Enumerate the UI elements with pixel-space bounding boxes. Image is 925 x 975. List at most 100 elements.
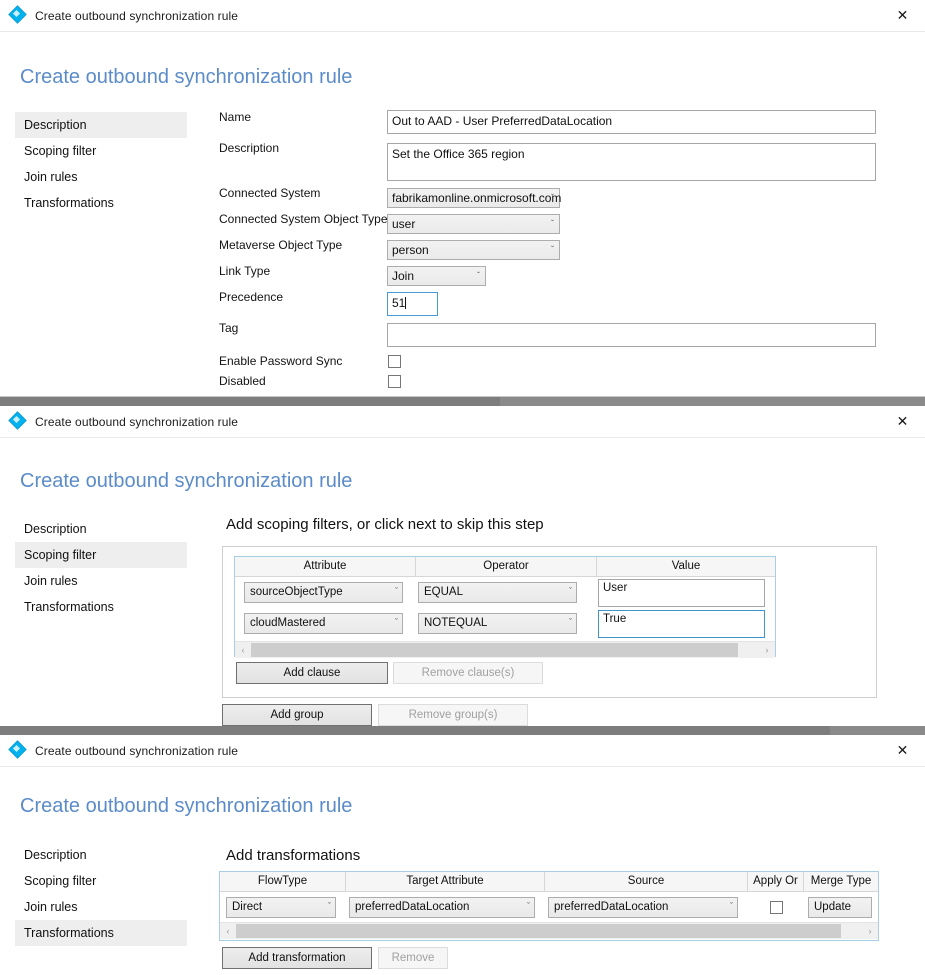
clause-attribute-value: sourceObjectType bbox=[250, 586, 343, 598]
scroll-left-icon[interactable]: ‹ bbox=[235, 642, 251, 658]
label-connected-system-object-type: Connected System Object Type bbox=[219, 212, 388, 226]
close-icon[interactable]: ✕ bbox=[880, 735, 925, 765]
clause-value-input[interactable]: True bbox=[598, 610, 765, 638]
flowtype-select[interactable]: Direct ˇ bbox=[226, 897, 336, 918]
disabled-checkbox[interactable] bbox=[388, 375, 401, 388]
clause-operator-select[interactable]: NOTEQUAL ˇ bbox=[418, 613, 577, 634]
scroll-left-icon[interactable]: ‹ bbox=[220, 923, 236, 939]
sync-rule-diamond-icon bbox=[10, 742, 27, 759]
sidebar-item-scoping-filter[interactable]: Scoping filter bbox=[15, 542, 187, 568]
wizard-sidebar: Description Scoping filter Join rules Tr… bbox=[15, 842, 187, 946]
merge-type-select[interactable]: Update bbox=[808, 897, 872, 918]
label-tag: Tag bbox=[219, 321, 238, 335]
column-header-merge-type[interactable]: Merge Type bbox=[804, 872, 878, 891]
connected-system-select[interactable]: fabrikamonline.onmicrosoft.com ˇ bbox=[387, 188, 560, 208]
precedence-value: 51 bbox=[392, 296, 405, 310]
tag-input[interactable] bbox=[387, 323, 876, 347]
column-header-apply-or[interactable]: Apply Or bbox=[748, 872, 804, 891]
window-title: Create outbound synchronization rule bbox=[35, 9, 238, 23]
sidebar-item-join-rules[interactable]: Join rules bbox=[15, 568, 187, 594]
connected-system-object-type-select[interactable]: user ˇ bbox=[387, 214, 560, 234]
grid-horizontal-scrollbar[interactable]: ‹ › bbox=[235, 641, 775, 658]
source-value: preferredDataLocation bbox=[554, 901, 668, 913]
window-separator bbox=[0, 397, 925, 406]
source-select[interactable]: preferredDataLocation ˇ bbox=[548, 897, 738, 918]
link-type-select[interactable]: Join ˇ bbox=[387, 266, 486, 286]
flowtype-value: Direct bbox=[232, 901, 262, 913]
target-attribute-select[interactable]: preferredDataLocation ˇ bbox=[349, 897, 535, 918]
merge-type-value: Update bbox=[814, 901, 851, 913]
label-description: Description bbox=[219, 141, 279, 155]
page-title: Create outbound synchronization rule bbox=[20, 795, 352, 818]
sidebar-item-join-rules[interactable]: Join rules bbox=[15, 894, 187, 920]
column-header-value[interactable]: Value bbox=[597, 557, 775, 576]
wizard-sidebar: Description Scoping filter Join rules Tr… bbox=[15, 112, 187, 216]
name-input[interactable]: Out to AAD - User PreferredDataLocation bbox=[387, 110, 876, 134]
label-enable-password-sync: Enable Password Sync bbox=[219, 354, 342, 368]
table-row: cloudMastered ˇ NOTEQUAL ˇ True bbox=[235, 608, 775, 639]
page-title: Create outbound synchronization rule bbox=[20, 66, 352, 89]
target-attribute-value: preferredDataLocation bbox=[355, 901, 469, 913]
scoping-filter-grid: Attribute Operator Value sourceObjectTyp… bbox=[234, 556, 776, 657]
table-row: Direct ˇ preferredDataLocation ˇ preferr… bbox=[220, 892, 878, 922]
window-create-outbound-sync-rule-transformations: Create outbound synchronization rule ✕ C… bbox=[0, 735, 925, 975]
sidebar-item-transformations[interactable]: Transformations bbox=[15, 190, 187, 216]
sidebar-item-join-rules[interactable]: Join rules bbox=[15, 164, 187, 190]
window-create-outbound-sync-rule-scoping: Create outbound synchronization rule ✕ C… bbox=[0, 406, 925, 726]
remove-group-button: Remove group(s) bbox=[378, 704, 528, 726]
chevron-down-icon: ˇ bbox=[551, 220, 554, 229]
column-header-operator[interactable]: Operator bbox=[416, 557, 597, 576]
chevron-down-icon: ˇ bbox=[328, 902, 331, 911]
precedence-input[interactable]: 51 bbox=[387, 292, 438, 316]
chevron-down-icon: ˇ bbox=[569, 618, 572, 627]
close-icon[interactable]: ✕ bbox=[880, 406, 925, 436]
sidebar-item-description[interactable]: Description bbox=[15, 516, 187, 542]
remove-transformation-button: Remove bbox=[378, 947, 448, 969]
titlebar: Create outbound synchronization rule ✕ bbox=[0, 735, 925, 767]
enable-password-sync-checkbox[interactable] bbox=[388, 355, 401, 368]
metaverse-object-type-value: person bbox=[392, 243, 429, 257]
close-icon[interactable]: ✕ bbox=[880, 0, 925, 30]
scroll-right-icon[interactable]: › bbox=[759, 642, 775, 658]
transformations-section-title: Add transformations bbox=[226, 847, 360, 864]
clause-attribute-select[interactable]: cloudMastered ˇ bbox=[244, 613, 403, 634]
window-title: Create outbound synchronization rule bbox=[35, 415, 238, 429]
window-separator bbox=[0, 726, 925, 735]
chevron-down-icon: ˇ bbox=[730, 902, 733, 911]
clause-operator-value: EQUAL bbox=[424, 586, 463, 598]
sidebar-item-scoping-filter[interactable]: Scoping filter bbox=[15, 138, 187, 164]
sync-rule-diamond-icon bbox=[10, 7, 27, 24]
column-header-source[interactable]: Source bbox=[545, 872, 748, 891]
scrollbar-thumb[interactable] bbox=[236, 924, 841, 938]
sidebar-item-transformations[interactable]: Transformations bbox=[15, 594, 187, 620]
label-connected-system: Connected System bbox=[219, 186, 320, 200]
sidebar-item-description[interactable]: Description bbox=[15, 112, 187, 138]
chevron-down-icon: ˇ bbox=[569, 587, 572, 596]
column-header-flowtype[interactable]: FlowType bbox=[220, 872, 346, 891]
scrollbar-thumb[interactable] bbox=[251, 643, 738, 657]
apply-or-checkbox[interactable] bbox=[770, 901, 783, 914]
text-caret bbox=[405, 297, 406, 309]
chevron-down-icon: ˇ bbox=[551, 194, 554, 203]
sidebar-item-transformations[interactable]: Transformations bbox=[15, 920, 187, 946]
connected-system-value: fabrikamonline.onmicrosoft.com bbox=[392, 191, 561, 205]
sidebar-item-description[interactable]: Description bbox=[15, 842, 187, 868]
clause-operator-value: NOTEQUAL bbox=[424, 617, 487, 629]
sidebar-item-scoping-filter[interactable]: Scoping filter bbox=[15, 868, 187, 894]
add-clause-button[interactable]: Add clause bbox=[236, 662, 388, 684]
clause-operator-select[interactable]: EQUAL ˇ bbox=[418, 582, 577, 603]
chevron-down-icon: ˇ bbox=[477, 272, 480, 281]
clause-attribute-select[interactable]: sourceObjectType ˇ bbox=[244, 582, 403, 603]
scroll-right-icon[interactable]: › bbox=[862, 923, 878, 939]
clause-value-input[interactable]: User bbox=[598, 579, 765, 607]
metaverse-object-type-select[interactable]: person ˇ bbox=[387, 240, 560, 260]
transformations-grid: FlowType Target Attribute Source Apply O… bbox=[219, 871, 879, 941]
column-header-attribute[interactable]: Attribute bbox=[235, 557, 416, 576]
column-header-target-attribute[interactable]: Target Attribute bbox=[346, 872, 545, 891]
remove-clause-button: Remove clause(s) bbox=[393, 662, 543, 684]
description-input[interactable]: Set the Office 365 region bbox=[387, 143, 876, 181]
add-group-button[interactable]: Add group bbox=[222, 704, 372, 726]
label-precedence: Precedence bbox=[219, 290, 283, 304]
add-transformation-button[interactable]: Add transformation bbox=[222, 947, 372, 969]
grid-horizontal-scrollbar[interactable]: ‹ › bbox=[220, 922, 878, 939]
